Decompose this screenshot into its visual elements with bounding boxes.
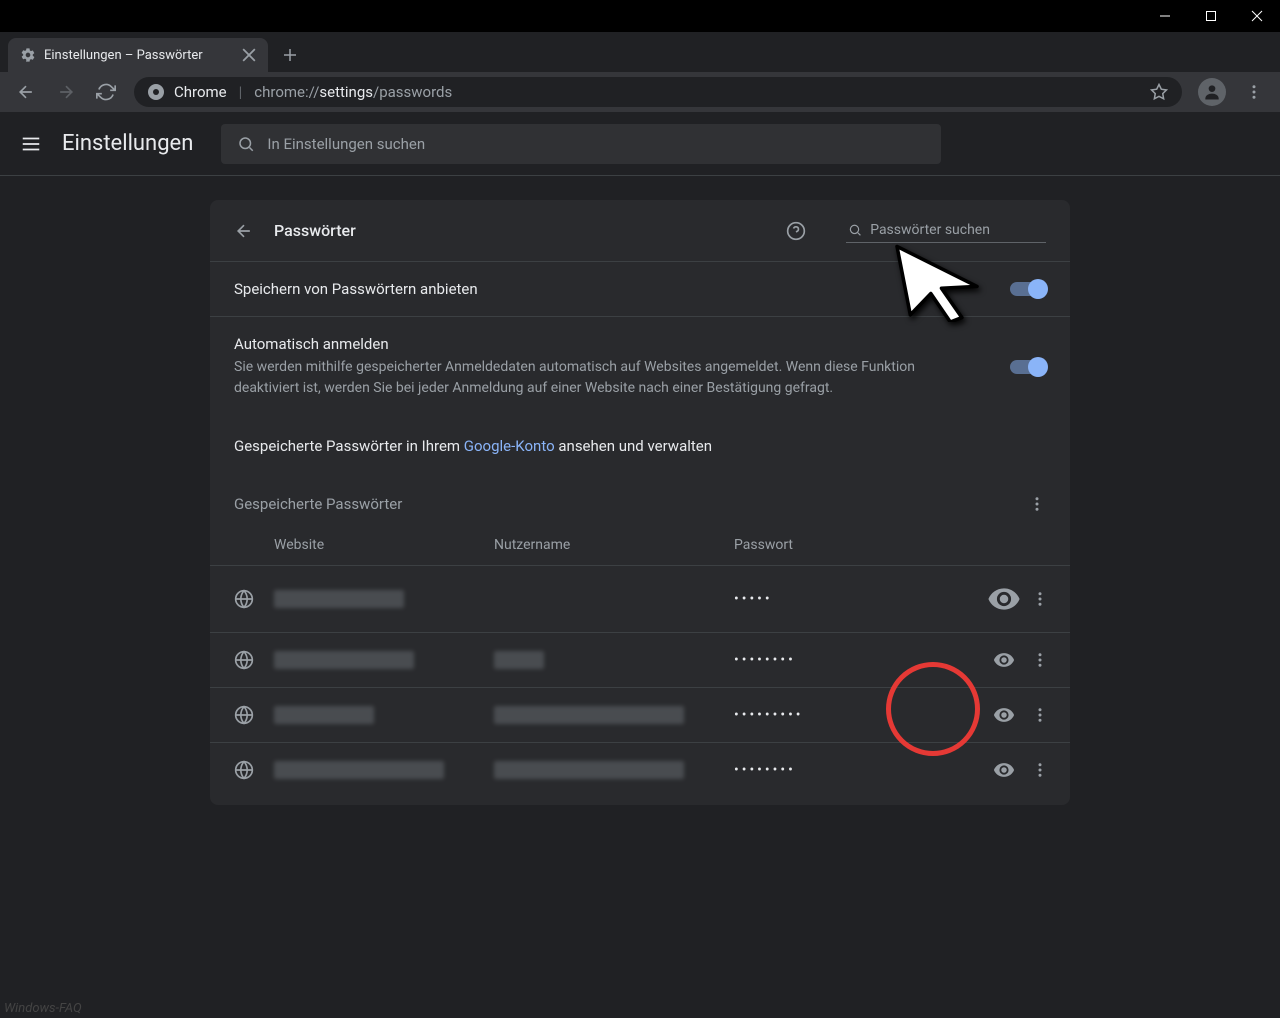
card-title: Passwörter bbox=[274, 221, 356, 240]
row-more-button[interactable] bbox=[1022, 706, 1058, 724]
chrome-icon bbox=[148, 84, 164, 100]
new-tab-button[interactable] bbox=[276, 41, 304, 69]
tab-strip: Einstellungen – Passwörter bbox=[0, 32, 1280, 72]
username-redacted bbox=[494, 651, 544, 669]
omnibox[interactable]: Chrome | chrome://settings/passwords bbox=[134, 77, 1182, 107]
auto-signin-label: Automatisch anmelden bbox=[234, 335, 1010, 353]
window-close-button[interactable] bbox=[1234, 0, 1280, 32]
password-row: •••••••• bbox=[210, 742, 1070, 797]
globe-icon bbox=[234, 589, 254, 609]
username-redacted bbox=[494, 706, 684, 724]
col-password-header: Passwort bbox=[734, 537, 1046, 553]
show-password-button[interactable] bbox=[986, 649, 1022, 671]
show-password-button[interactable] bbox=[986, 759, 1022, 781]
password-masked: •••••••• bbox=[734, 652, 986, 668]
watermark-text: Windows-FAQ bbox=[4, 1001, 82, 1016]
nav-back-button[interactable] bbox=[8, 74, 44, 110]
passwords-card: Passwörter Speichern von Passwörtern anb… bbox=[210, 200, 1070, 805]
auto-signin-description: Sie werden mithilfe gespeicherter Anmeld… bbox=[234, 357, 934, 399]
tab-settings-passwords[interactable]: Einstellungen – Passwörter bbox=[8, 38, 268, 72]
tab-title: Einstellungen – Passwörter bbox=[44, 48, 203, 63]
offer-save-passwords-label: Speichern von Passwörtern anbieten bbox=[234, 280, 1010, 298]
content-scroll-area[interactable]: Passwörter Speichern von Passwörtern anb… bbox=[0, 176, 1280, 1018]
show-password-button[interactable] bbox=[986, 704, 1022, 726]
manage-google-account-text: Gespeicherte Passwörter in Ihrem Google-… bbox=[210, 417, 1070, 475]
close-icon[interactable] bbox=[242, 48, 256, 62]
address-bar: Chrome | chrome://settings/passwords bbox=[0, 72, 1280, 112]
hamburger-menu-icon[interactable] bbox=[20, 133, 42, 155]
nav-forward-button[interactable] bbox=[48, 74, 84, 110]
table-header: Website Nutzername Passwort bbox=[210, 521, 1070, 565]
globe-icon bbox=[234, 705, 254, 725]
show-password-button[interactable] bbox=[986, 582, 1022, 616]
row-more-button[interactable] bbox=[1022, 590, 1058, 608]
offer-save-passwords-toggle[interactable] bbox=[1010, 282, 1046, 296]
password-masked: ••••••••• bbox=[734, 707, 986, 723]
col-user-header: Nutzername bbox=[494, 537, 734, 553]
saved-passwords-more-button[interactable] bbox=[1028, 495, 1046, 513]
row-more-button[interactable] bbox=[1022, 761, 1058, 779]
search-icon bbox=[237, 135, 255, 153]
bookmark-star-icon[interactable] bbox=[1150, 83, 1168, 101]
settings-title: Einstellungen bbox=[62, 131, 193, 156]
password-search-field[interactable] bbox=[846, 218, 1046, 243]
auto-signin-toggle[interactable] bbox=[1010, 360, 1046, 374]
password-masked: •••••••• bbox=[734, 762, 986, 778]
window-maximize-button[interactable] bbox=[1188, 0, 1234, 32]
chrome-label: Chrome bbox=[174, 83, 227, 101]
profile-avatar-button[interactable] bbox=[1198, 78, 1226, 106]
url-text: chrome://settings/passwords bbox=[254, 83, 452, 101]
search-icon bbox=[848, 222, 862, 238]
settings-search-input[interactable]: In Einstellungen suchen bbox=[221, 124, 941, 164]
website-redacted bbox=[274, 761, 444, 779]
password-search-input[interactable] bbox=[870, 222, 1044, 238]
globe-icon bbox=[234, 760, 254, 780]
website-redacted bbox=[274, 706, 374, 724]
globe-icon bbox=[234, 650, 254, 670]
browser-menu-button[interactable] bbox=[1236, 74, 1272, 110]
col-website-header: Website bbox=[274, 537, 494, 553]
website-redacted bbox=[274, 651, 414, 669]
website-redacted bbox=[274, 590, 404, 608]
google-account-link[interactable]: Google-Konto bbox=[464, 437, 555, 455]
password-row: ••••• bbox=[210, 565, 1070, 632]
settings-header: Einstellungen In Einstellungen suchen bbox=[0, 112, 1280, 176]
window-titlebar bbox=[0, 0, 1280, 32]
back-arrow-button[interactable] bbox=[234, 221, 254, 241]
saved-passwords-header: Gespeicherte Passwörter bbox=[234, 495, 402, 513]
password-row: •••••••• bbox=[210, 632, 1070, 687]
gear-icon bbox=[20, 47, 36, 63]
username-redacted bbox=[494, 761, 684, 779]
row-more-button[interactable] bbox=[1022, 651, 1058, 669]
password-row: ••••••••• bbox=[210, 687, 1070, 742]
window-minimize-button[interactable] bbox=[1142, 0, 1188, 32]
nav-reload-button[interactable] bbox=[88, 74, 124, 110]
password-masked: ••••• bbox=[734, 591, 986, 607]
help-icon[interactable] bbox=[786, 221, 806, 241]
